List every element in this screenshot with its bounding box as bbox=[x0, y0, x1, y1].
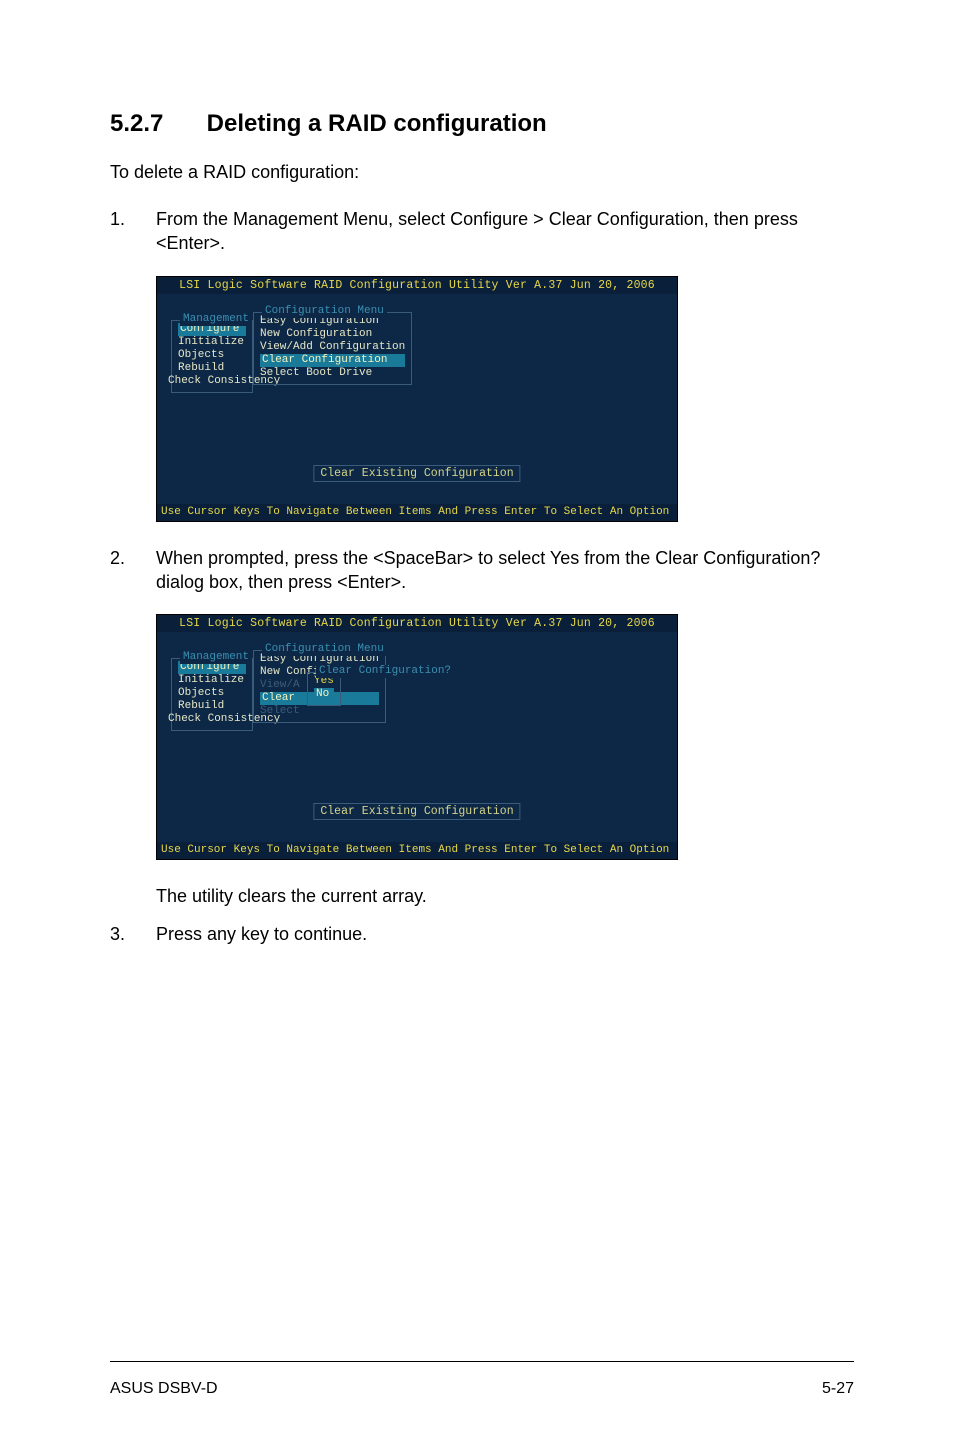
configuration-menu: Configuration Menu Easy Configuration Ne… bbox=[253, 312, 412, 385]
step-1: 1. From the Management Menu, select Conf… bbox=[110, 207, 854, 260]
section-title-text: Deleting a RAID configuration bbox=[207, 110, 547, 137]
menu-title: Configuration Menu bbox=[262, 305, 387, 318]
bios-body: Management Configure Initialize Objects … bbox=[157, 294, 677, 504]
menu-item-view-add-config[interactable]: View/Add Configuration bbox=[260, 341, 405, 354]
bios-footer: Use Cursor Keys To Navigate Between Item… bbox=[157, 504, 677, 521]
menu-item-check-consistency[interactable]: Check Consistency bbox=[168, 375, 246, 388]
step-number: 3. bbox=[110, 922, 156, 950]
footer-left: ASUS DSBV-D bbox=[110, 1380, 218, 1398]
step-body: Press any key to continue. bbox=[156, 922, 854, 950]
menu-item-select-boot[interactable]: Select Boot Drive bbox=[260, 367, 405, 380]
step-number: 2. bbox=[110, 546, 156, 599]
bios-body: Management Configure Initialize Objects … bbox=[157, 632, 677, 842]
document-page: 5.2.7 Deleting a RAID configuration To d… bbox=[0, 0, 954, 1438]
footer-right: 5-27 bbox=[822, 1380, 854, 1398]
management-menu: Management Configure Initialize Objects … bbox=[171, 320, 253, 393]
bios-title: LSI Logic Software RAID Configuration Ut… bbox=[157, 277, 677, 294]
management-menu: Management Configure Initialize Objects … bbox=[171, 658, 253, 731]
page-footer: ASUS DSBV-D 5-27 bbox=[110, 1361, 854, 1398]
bios-status-bar: Clear Existing Configuration bbox=[313, 803, 520, 820]
dialog-title: Clear Configuration? bbox=[316, 665, 454, 678]
step-2-note: The utility clears the current array. bbox=[110, 884, 854, 912]
bios-status-bar: Clear Existing Configuration bbox=[313, 465, 520, 482]
step-body: The utility clears the current array. bbox=[156, 884, 854, 912]
step-text: From the Management Menu, select Configu… bbox=[156, 207, 854, 256]
step-body: When prompted, press the <SpaceBar> to s… bbox=[156, 546, 854, 599]
section-number: 5.2.7 bbox=[110, 110, 200, 138]
step-2: 2. When prompted, press the <SpaceBar> t… bbox=[110, 546, 854, 599]
menu-title: Configuration Menu bbox=[262, 643, 387, 656]
menu-item-objects[interactable]: Objects bbox=[178, 687, 246, 700]
dialog-option-no[interactable]: No bbox=[314, 688, 334, 701]
bios-screenshot-2: LSI Logic Software RAID Configuration Ut… bbox=[156, 614, 678, 860]
bios-title: LSI Logic Software RAID Configuration Ut… bbox=[157, 615, 677, 632]
step-body: From the Management Menu, select Configu… bbox=[156, 207, 854, 260]
intro-text: To delete a RAID configuration: bbox=[110, 162, 854, 183]
menu-item-rebuild[interactable]: Rebuild bbox=[178, 700, 246, 713]
menu-item-initialize[interactable]: Initialize bbox=[178, 336, 246, 349]
menu-title: Management bbox=[180, 313, 252, 326]
menu-item-initialize[interactable]: Initialize bbox=[178, 674, 246, 687]
bios-screenshot-1: LSI Logic Software RAID Configuration Ut… bbox=[156, 276, 678, 522]
menu-item-objects[interactable]: Objects bbox=[178, 349, 246, 362]
bios-footer: Use Cursor Keys To Navigate Between Item… bbox=[157, 842, 677, 859]
menu-item-new-config[interactable]: New Configuration bbox=[260, 328, 405, 341]
step-text: When prompted, press the <SpaceBar> to s… bbox=[156, 546, 854, 595]
section-heading: 5.2.7 Deleting a RAID configuration bbox=[110, 110, 854, 138]
clear-configuration-dialog: Clear Configuration? Yes No bbox=[307, 672, 341, 706]
menu-item-check-consistency[interactable]: Check Consistency bbox=[168, 713, 246, 726]
menu-item-rebuild[interactable]: Rebuild bbox=[178, 362, 246, 375]
step-text: The utility clears the current array. bbox=[156, 884, 854, 908]
menu-item-clear-config[interactable]: Clear Configuration bbox=[260, 354, 405, 367]
step-3: 3. Press any key to continue. bbox=[110, 922, 854, 950]
step-number-empty bbox=[110, 884, 156, 912]
step-text: Press any key to continue. bbox=[156, 922, 854, 946]
menu-item-select-trunc[interactable]: Select bbox=[260, 705, 379, 718]
step-number: 1. bbox=[110, 207, 156, 260]
menu-title: Management bbox=[180, 651, 252, 664]
